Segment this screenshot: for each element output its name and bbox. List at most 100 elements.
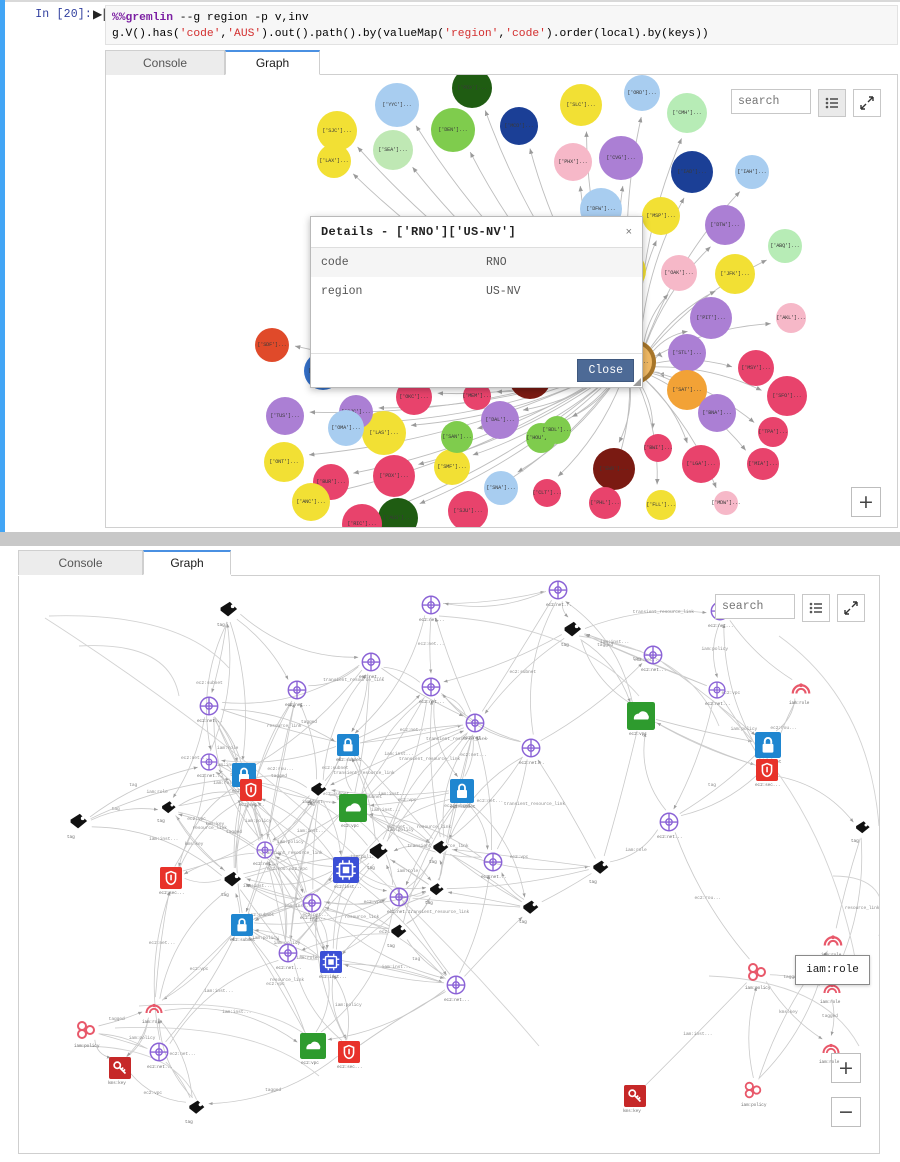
instance-icon[interactable] xyxy=(333,857,359,883)
graph-node[interactable]: ['STL']... xyxy=(668,334,706,372)
vpc-icon[interactable] xyxy=(627,702,655,730)
iam-role-icon[interactable] xyxy=(790,677,812,699)
network-interface-icon[interactable] xyxy=(642,644,664,666)
tag-icon[interactable] xyxy=(431,838,451,858)
graph-node[interactable]: ['PHL']... xyxy=(589,487,621,519)
graph-node[interactable]: ['SAN']... xyxy=(441,421,473,453)
network-interface-icon[interactable] xyxy=(286,679,308,701)
security-group-icon[interactable] xyxy=(756,759,778,781)
iam-role-icon[interactable] xyxy=(822,929,844,951)
graph-node[interactable]: ['PIT']... xyxy=(690,297,732,339)
search-input[interactable] xyxy=(715,594,795,619)
details-list-button[interactable] xyxy=(818,89,846,117)
graph-node[interactable]: ['JFK']... xyxy=(715,254,755,294)
graph-node[interactable]: ['DAL']... xyxy=(481,401,519,439)
close-button[interactable]: Close xyxy=(577,359,634,382)
tag-icon[interactable] xyxy=(521,898,541,918)
graph-node[interactable]: ['PDX']... xyxy=(373,455,415,497)
kms-key-icon[interactable] xyxy=(109,1057,131,1079)
graph-node[interactable]: ['BDL']... xyxy=(542,416,572,444)
graph-node[interactable]: ['MSY']... xyxy=(738,350,774,386)
graph-node[interactable]: ['LAX']... xyxy=(317,144,351,178)
vpc-icon[interactable] xyxy=(339,794,367,822)
graph-node[interactable]: ['SFO']... xyxy=(767,376,807,416)
subnet-icon[interactable] xyxy=(755,732,781,758)
graph-node[interactable]: ['BNA']... xyxy=(698,394,736,432)
tab-console[interactable]: Console xyxy=(18,550,143,575)
network-interface-icon[interactable] xyxy=(445,974,467,996)
graph-node[interactable]: ['ORD']... xyxy=(624,75,660,111)
graph-node[interactable]: ['ABQ']... xyxy=(768,229,802,263)
tag-icon[interactable] xyxy=(591,858,611,878)
iam-policy-icon[interactable] xyxy=(745,960,769,984)
security-group-icon[interactable] xyxy=(240,779,262,801)
vpc-icon[interactable] xyxy=(300,1033,326,1059)
graph-node[interactable]: ['SLC']... xyxy=(560,84,602,126)
graph-node[interactable]: ['OAK']... xyxy=(661,255,697,291)
tag-icon[interactable] xyxy=(389,922,409,942)
tag-icon[interactable] xyxy=(367,840,391,864)
graph-node[interactable]: ['TPA']... xyxy=(758,417,788,447)
code-editor[interactable]: %%gremlin --g region -p v,inv g.V().has(… xyxy=(105,5,898,45)
graph-node[interactable]: ['DEN']... xyxy=(431,108,475,152)
iam-policy-icon[interactable] xyxy=(742,1079,764,1101)
network-interface-icon[interactable] xyxy=(707,680,727,700)
tab-console[interactable]: Console xyxy=(105,50,225,75)
graph-node[interactable]: ['SNA']... xyxy=(484,471,518,505)
network-interface-icon[interactable] xyxy=(148,1041,170,1063)
network-interface-icon[interactable] xyxy=(658,811,680,833)
graph-node[interactable]: ['CMH']... xyxy=(667,93,707,133)
graph-node[interactable]: ['AKL']... xyxy=(776,303,806,333)
details-list-button[interactable] xyxy=(802,594,830,622)
graph-node[interactable]: ['CLT']... xyxy=(532,479,562,507)
network-interface-icon[interactable] xyxy=(520,737,542,759)
iam-role-icon[interactable] xyxy=(821,1038,841,1058)
subnet-icon[interactable] xyxy=(450,779,474,803)
graph-node[interactable]: ['IAD']... xyxy=(671,151,713,193)
graph-node[interactable]: ['ANC']... xyxy=(292,483,330,521)
graph-node[interactable]: ['MDW']... xyxy=(711,491,741,515)
network-interface-icon[interactable] xyxy=(464,712,486,734)
tag-icon[interactable] xyxy=(218,599,240,621)
subnet-icon[interactable] xyxy=(337,734,359,756)
tag-icon[interactable] xyxy=(68,811,90,833)
graph-node[interactable]: ['MCO']... xyxy=(500,107,538,145)
tab-graph[interactable]: Graph xyxy=(225,50,320,75)
graph-node[interactable]: ['MIA']... xyxy=(747,448,779,480)
graph-canvas-bottom[interactable]: ec2:subnet ec2:subnet iam:inst... transient… xyxy=(18,576,880,1154)
tag-icon[interactable] xyxy=(562,619,584,641)
graph-node[interactable]: ['IAH']... xyxy=(735,155,769,189)
iam-policy-icon[interactable] xyxy=(74,1018,98,1042)
tab-graph[interactable]: Graph xyxy=(143,550,231,575)
graph-node[interactable]: ['TUS']... xyxy=(266,397,304,435)
graph-node[interactable]: ['PHX']... xyxy=(554,143,592,181)
fullscreen-button[interactable] xyxy=(837,594,865,622)
search-input[interactable] xyxy=(731,89,811,114)
tag-icon[interactable] xyxy=(309,780,329,800)
security-group-icon[interactable] xyxy=(338,1041,360,1063)
fullscreen-button[interactable] xyxy=(853,89,881,117)
graph-node[interactable]: ['OMA']... xyxy=(328,410,364,446)
graph-node[interactable]: ['FLL']... xyxy=(646,490,676,520)
network-interface-icon[interactable] xyxy=(420,594,442,616)
graph-node[interactable]: ['DTW']... xyxy=(705,205,745,245)
close-icon[interactable]: × xyxy=(626,226,632,238)
tag-icon[interactable] xyxy=(854,819,872,837)
kms-key-icon[interactable] xyxy=(624,1085,646,1107)
network-interface-icon[interactable] xyxy=(482,851,504,873)
tag-icon[interactable] xyxy=(187,1098,207,1118)
graph-node[interactable]: ['LGA']... xyxy=(682,445,720,483)
graph-node[interactable]: ['ONT']... xyxy=(264,442,304,482)
network-interface-icon[interactable] xyxy=(198,695,220,717)
network-interface-icon[interactable] xyxy=(547,579,569,601)
tag-icon[interactable] xyxy=(160,799,178,817)
network-interface-icon[interactable] xyxy=(301,892,323,914)
resize-handle-icon[interactable] xyxy=(633,378,641,386)
tag-icon[interactable] xyxy=(428,881,446,899)
instance-icon[interactable] xyxy=(320,951,342,973)
graph-node[interactable]: ['BWI']... xyxy=(643,434,673,462)
graph-node[interactable]: ['CVG']... xyxy=(599,136,643,180)
graph-node[interactable]: ['EWR']... xyxy=(593,448,635,490)
graph-node[interactable]: ['SEA']... xyxy=(373,130,413,170)
security-group-icon[interactable] xyxy=(160,867,182,889)
